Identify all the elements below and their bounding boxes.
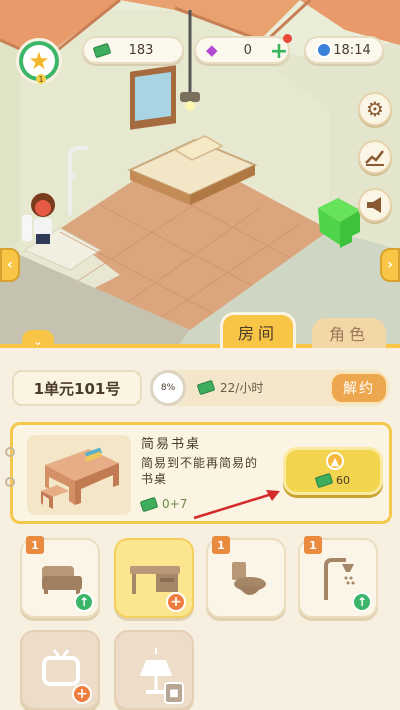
ring-icon: [5, 447, 15, 457]
chevron-down-icon: ⌄: [32, 334, 44, 348]
slot-badge: 1: [212, 536, 230, 554]
toilet-icon: [232, 562, 266, 595]
slot-toilet[interactable]: 1: [206, 536, 286, 618]
room-progress-row: 8% 22/小时 解约: [150, 370, 390, 406]
clock-display: 18:14: [304, 36, 384, 64]
arrow-up-icon: ▲: [326, 452, 344, 470]
level-number: 1: [36, 74, 46, 84]
star-icon: ★: [23, 45, 55, 77]
level-avatar[interactable]: ★ 1: [16, 38, 62, 84]
item-description: 简易到不能再简易的书桌: [141, 456, 259, 486]
chart-icon: [365, 150, 384, 166]
slot-lamp[interactable]: ■: [114, 630, 194, 710]
income-rate: 22/小时: [196, 379, 264, 396]
chevron-left-icon: ‹: [7, 257, 13, 273]
notification-dot: [283, 34, 292, 43]
slot-tv[interactable]: +: [20, 630, 100, 710]
progress-percent: 8%: [160, 383, 176, 393]
ring-icon: [5, 477, 15, 487]
item-bonus: 0+7: [139, 496, 188, 512]
chevron-right-icon: ›: [387, 257, 393, 273]
cash-counter: 183: [82, 36, 184, 64]
cash-icon: [196, 379, 216, 396]
income-value: 22/小时: [220, 381, 264, 395]
upgrade-cost: 60: [314, 472, 350, 489]
upgrade-icon: ↑: [352, 592, 372, 612]
gem-icon: ◆: [206, 41, 218, 59]
clock-icon: [316, 42, 332, 58]
bed-icon: [42, 566, 82, 594]
upgrade-cost-value: 60: [336, 474, 350, 487]
megaphone-icon: [367, 197, 381, 213]
red-arrow-annotation: [193, 490, 280, 520]
room-name: 1单元101号: [12, 370, 142, 406]
upgrade-icon: ↑: [74, 592, 94, 612]
slot-bed[interactable]: 1 ↑: [20, 536, 100, 618]
cash-value: 183: [128, 42, 154, 58]
announcement-button[interactable]: [358, 188, 392, 222]
cash-icon: [92, 42, 112, 58]
tab-rooms[interactable]: 房间: [220, 312, 296, 348]
settings-button[interactable]: ⚙: [358, 92, 392, 126]
bottom-panel: 1单元101号 8% 22/小时 解约 简易书桌 简易到不能再简易的书桌 0+7…: [0, 348, 400, 710]
item-bonus-value: 0+7: [162, 497, 188, 511]
slot-badge: 1: [304, 536, 322, 554]
add-gems-button[interactable]: +: [268, 39, 290, 64]
scroll-right-button[interactable]: ›: [380, 248, 400, 282]
room-scene[interactable]: ★ 1 183 ◆ 0 + 18:14 ⚙ ‹ ›: [0, 0, 400, 350]
slot-desk[interactable]: +: [114, 538, 194, 618]
item-image: [27, 435, 131, 515]
slot-shower[interactable]: 1 ↑: [298, 536, 378, 618]
gem-counter: ◆ 0 +: [194, 34, 292, 64]
item-title: 简易书桌: [141, 437, 202, 452]
tab-characters[interactable]: 角色: [312, 318, 386, 348]
cash-icon: [314, 472, 334, 489]
progress-ring: 8%: [150, 370, 186, 406]
add-icon: +: [72, 684, 92, 704]
lock-icon: ■: [164, 682, 184, 704]
scroll-left-button[interactable]: ‹: [0, 248, 20, 282]
cash-icon: [139, 496, 159, 512]
gear-icon: ⚙: [366, 97, 384, 121]
terminate-lease-button[interactable]: 解约: [330, 372, 388, 404]
slot-badge: 1: [26, 536, 44, 554]
add-icon: +: [166, 592, 186, 612]
upgrade-button[interactable]: ▲ 60: [283, 447, 383, 495]
clock-time: 18:14: [333, 42, 371, 58]
stats-button[interactable]: [358, 140, 392, 174]
desk-icon: [41, 447, 119, 509]
